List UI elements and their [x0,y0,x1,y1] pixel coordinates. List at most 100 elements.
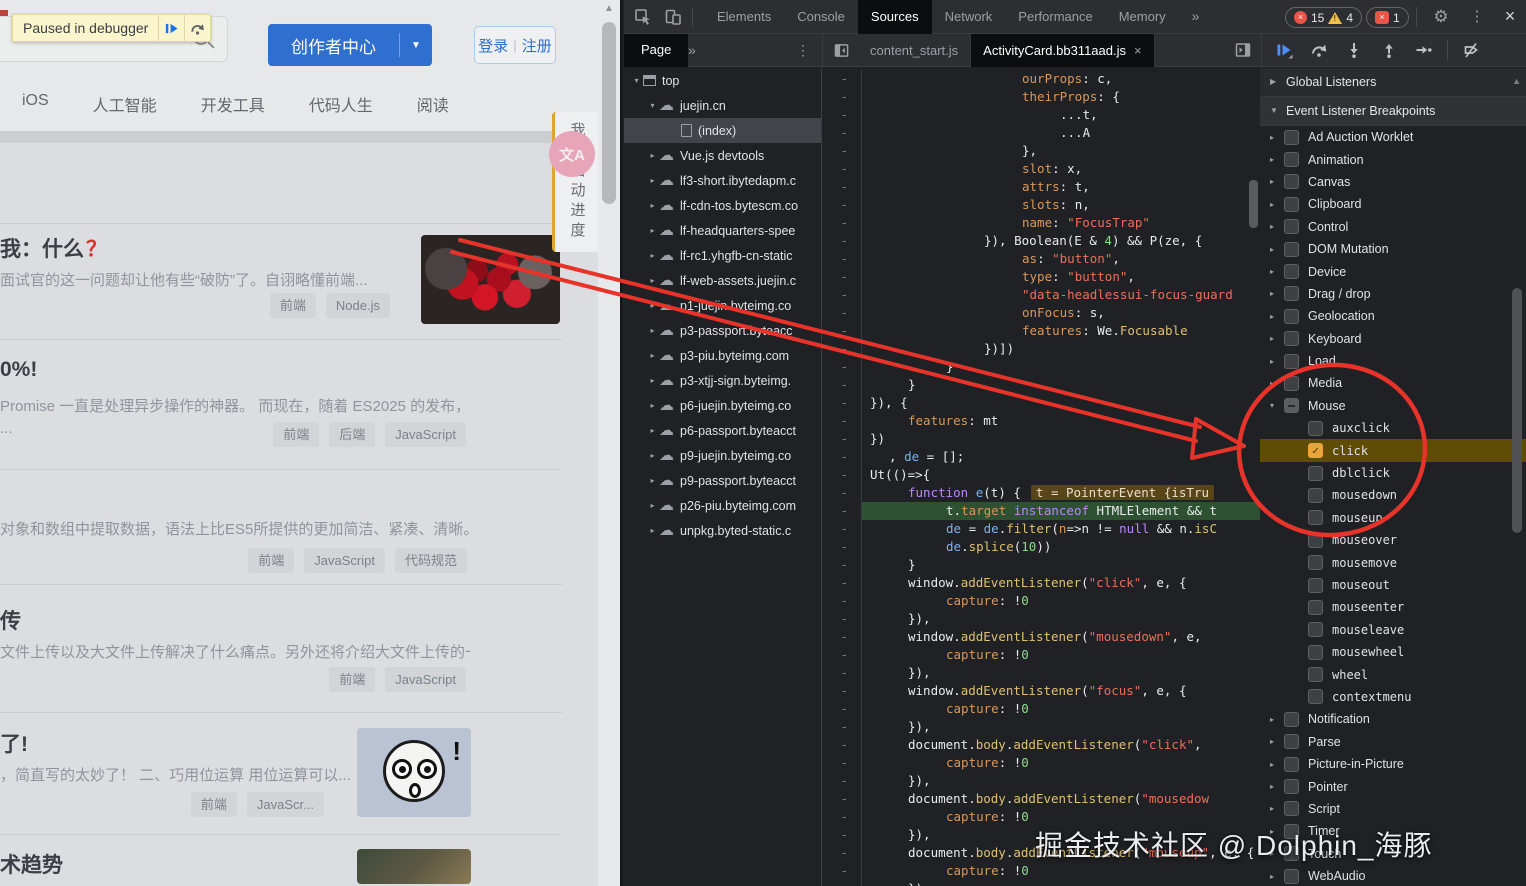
line-gutter[interactable]: - [822,592,862,610]
chevron-right-icon[interactable]: ▸ [1270,804,1284,813]
tree-item-p6-passport.byteacct[interactable]: ▸ ☁ p6-passport.byteacct [624,418,821,443]
checkbox-mouseleave[interactable] [1308,622,1323,638]
tree-item-lf-headquarters-spee[interactable]: ▸ ☁ lf-headquarters-spee [624,218,821,243]
line-gutter[interactable]: - [822,700,862,718]
chevron-right-icon[interactable]: ▸ [646,526,659,535]
file-tab-ActivityCard.bb311aad.js[interactable]: ActivityCard.bb311aad.js × [971,34,1155,67]
tag-前端[interactable]: 前端 [190,792,237,817]
chevron-right-icon[interactable]: ▸ [1270,872,1284,881]
breakpoint-event-wheel[interactable]: wheel [1260,663,1526,685]
inspect-element-icon[interactable] [634,8,652,26]
chevron-down-icon[interactable]: ▼ [400,40,432,51]
breakpoint-event-mouseleave[interactable]: mouseleave [1260,619,1526,641]
tree-item-juejin.cn[interactable]: ▾ ☁ juejin.cn [624,93,821,118]
navigator-kebab-icon[interactable]: ⋮ [796,34,810,66]
line-gutter[interactable]: - [822,106,862,124]
breakpoint-category-Clipboard[interactable]: ▸ Clipboard [1260,193,1526,215]
tree-item-Vue.js devtools[interactable]: ▸ ☁ Vue.js devtools [624,143,821,168]
breakpoint-category-Keyboard[interactable]: ▸ Keyboard [1260,328,1526,350]
tree-item-p9-passport.byteacct[interactable]: ▸ ☁ p9-passport.byteacct [624,468,821,493]
close-devtools-icon[interactable]: × [1496,0,1524,34]
line-gutter[interactable]: - [822,484,862,502]
line-gutter[interactable]: - [822,880,862,886]
step-button[interactable] [1412,38,1436,62]
tag-Node.js[interactable]: Node.js [325,293,390,318]
line-gutter[interactable]: - [822,682,862,700]
breakpoint-event-mouseout[interactable]: mouseout [1260,574,1526,596]
line-gutter[interactable]: - [822,466,862,484]
checkbox-mouseenter[interactable] [1308,599,1323,615]
step-into-button[interactable] [1342,38,1366,62]
breakpoint-event-mousewheel[interactable]: mousewheel [1260,641,1526,663]
checkbox-Drag / drop[interactable] [1284,286,1299,302]
chevron-right-icon[interactable]: ▸ [646,476,659,485]
checkbox-Picture-in-Picture[interactable] [1284,756,1299,772]
line-gutter[interactable]: - [822,142,862,160]
chevron-right-icon[interactable]: ▸ [1270,155,1284,164]
creator-center-button[interactable]: 创作者中心 ▼ [268,24,432,66]
checkbox-dblclick[interactable] [1308,465,1323,481]
scroll-up-icon[interactable]: ▲ [1512,76,1521,86]
chevron-right-icon[interactable]: ▸ [1270,267,1284,276]
checkbox-auxclick[interactable] [1308,420,1323,436]
issues-chip[interactable]: × 1 [1366,7,1409,28]
checkbox-mousewheel[interactable] [1308,644,1323,660]
editor-scrollbar-thumb[interactable] [1249,180,1258,228]
tab-performance[interactable]: Performance [1005,0,1105,34]
line-gutter[interactable]: - [822,304,862,322]
line-gutter[interactable]: - [822,502,862,520]
resume-script-button[interactable] [1272,38,1296,62]
sidebar-scrollbar-thumb[interactable] [1512,288,1522,533]
line-gutter[interactable]: - [822,340,862,358]
checkbox-Clipboard[interactable] [1284,196,1299,212]
chevron-right-icon[interactable]: ▸ [646,351,659,360]
chevron-down-icon[interactable]: ▾ [630,76,643,85]
console-status-chip[interactable]: × 15 4 [1285,7,1363,28]
breakpoint-category-Ad Auction Worklet[interactable]: ▸ Ad Auction Worklet [1260,126,1526,148]
file-tab-content_start.js[interactable]: content_start.js [858,34,972,67]
checkbox-Mouse[interactable] [1284,398,1299,414]
checkbox-Animation[interactable] [1284,152,1299,168]
chevron-right-icon[interactable]: ▸ [1270,312,1284,321]
code-editor[interactable]: - ourProps: c, - theirProps: {- ...t, - ...A -}… [822,68,1260,886]
chevron-right-icon[interactable]: ▸ [646,176,659,185]
tree-item-lf-web-assets.juejin.c[interactable]: ▸ ☁ lf-web-assets.juejin.c [624,268,821,293]
tag-前端[interactable]: 前端 [248,548,295,573]
nav-item-iOS[interactable]: iOS [22,92,49,118]
nav-item-人工智能[interactable]: 人工智能 [93,92,157,118]
line-gutter[interactable]: - [822,538,862,556]
breakpoint-event-mousemove[interactable]: mousemove [1260,551,1526,573]
breakpoint-event-mouseenter[interactable]: mouseenter [1260,596,1526,618]
checkbox-mousemove[interactable] [1308,555,1323,571]
line-gutter[interactable]: - [822,232,862,250]
checkbox-WebAudio[interactable] [1284,868,1299,884]
scrollbar-thumb[interactable] [602,22,616,204]
kebab-menu-icon[interactable]: ⋮ [1465,0,1489,34]
checkbox-mouseout[interactable] [1308,577,1323,593]
article-thumbnail-roses[interactable] [421,235,560,324]
tree-item-p9-juejin.byteimg.co[interactable]: ▸ ☁ p9-juejin.byteimg.co [624,443,821,468]
article-thumbnail-comic[interactable]: ! [357,728,471,817]
chevron-right-icon[interactable]: ▸ [1270,245,1284,254]
tree-item-top[interactable]: ▾ top [624,68,821,93]
chevron-right-icon[interactable]: ▸ [646,376,659,385]
tag-代码规范[interactable]: 代码规范 [394,548,467,573]
navigator-more-tabs-icon[interactable]: » [688,34,696,66]
checkbox-wheel[interactable] [1308,667,1323,683]
hide-navigator-icon[interactable] [834,43,849,58]
checkbox-Device[interactable] [1284,264,1299,280]
tree-item-p1-juejin.byteimg.co[interactable]: ▸ ☁ p1-juejin.byteimg.co [624,293,821,318]
section-global-listeners[interactable]: ▶ Global Listeners [1260,68,1526,97]
breakpoint-category-Drag / drop[interactable]: ▸ Drag / drop [1260,283,1526,305]
tab-console[interactable]: Console [784,0,858,34]
line-gutter[interactable]: - [822,664,862,682]
breakpoint-category-Script[interactable]: ▸ Script [1260,798,1526,820]
tree-item-p3-xtjj-sign.byteimg.[interactable]: ▸ ☁ p3-xtjj-sign.byteimg. [624,368,821,393]
chevron-right-icon[interactable]: ▸ [1270,177,1284,186]
line-gutter[interactable]: - [822,808,862,826]
tag-后端[interactable]: 后端 [329,422,376,447]
line-gutter[interactable]: - [822,124,862,142]
line-gutter[interactable]: - [822,178,862,196]
checkbox-Media[interactable] [1284,375,1299,391]
chevron-right-icon[interactable]: ▸ [1270,222,1284,231]
